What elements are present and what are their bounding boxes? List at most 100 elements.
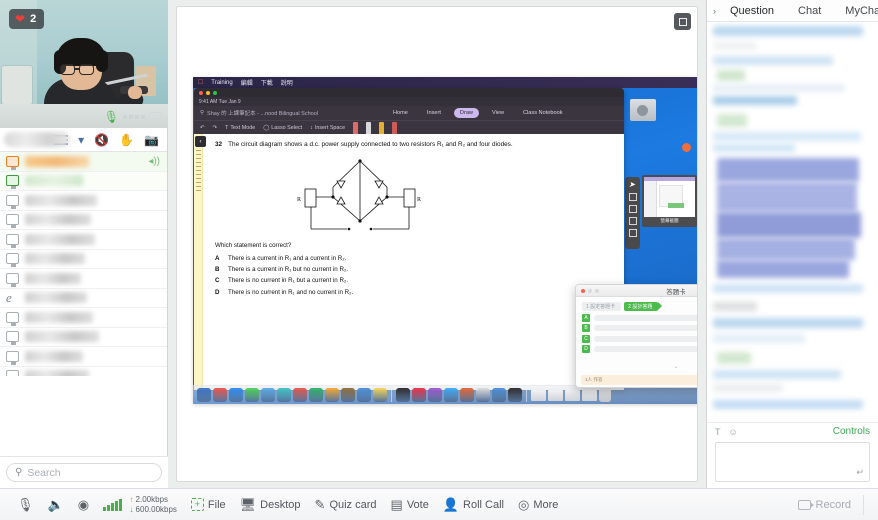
dock-app-icon[interactable] bbox=[229, 388, 243, 402]
zoom-icon[interactable] bbox=[213, 90, 217, 95]
participant-list[interactable]: ◂)) e bbox=[0, 152, 167, 376]
participant-row[interactable] bbox=[0, 269, 167, 289]
desktop-button[interactable]: 🖥 Desktop bbox=[233, 498, 308, 511]
minimize-icon[interactable] bbox=[206, 90, 210, 95]
dock-minimized-window[interactable] bbox=[548, 389, 563, 401]
participant-row[interactable] bbox=[0, 367, 167, 376]
quiz-answered-note: 1人 作答 bbox=[581, 375, 697, 385]
file-button[interactable]: + File bbox=[184, 498, 233, 511]
expand-video-icon[interactable] bbox=[149, 111, 162, 123]
screenshot-thumbnail-window[interactable]: 螢幕截圖 bbox=[642, 175, 697, 227]
dock-app-icon[interactable] bbox=[341, 388, 355, 402]
text-format-icon[interactable]: T bbox=[715, 427, 721, 437]
dock-minimized-window[interactable] bbox=[582, 389, 597, 401]
quiz-card-button[interactable]: ✎ Quiz card bbox=[308, 498, 384, 511]
raise-hand-icon[interactable]: ✋ bbox=[119, 134, 134, 146]
dock-app-icon[interactable] bbox=[309, 388, 323, 402]
participant-row[interactable] bbox=[0, 308, 167, 328]
participant-row[interactable] bbox=[0, 230, 167, 250]
lasso-select-button[interactable]: ◯ Lasso Select bbox=[263, 125, 302, 131]
ribbon-tab-view[interactable]: View bbox=[486, 108, 510, 118]
chevron-down-icon[interactable]: ▾ bbox=[78, 134, 84, 146]
ribbon-tab-class-notebook[interactable]: Class Notebook bbox=[517, 108, 569, 118]
dock-app-icon[interactable] bbox=[396, 388, 410, 402]
pen-icon[interactable] bbox=[628, 193, 637, 201]
participant-row[interactable]: e bbox=[0, 289, 167, 308]
dock-app-icon[interactable] bbox=[357, 388, 371, 402]
dock-app-icon[interactable] bbox=[373, 388, 387, 402]
pen-white-icon[interactable] bbox=[366, 121, 372, 134]
insert-space-button[interactable]: ↕ Insert Space bbox=[310, 125, 345, 131]
emoji-icon[interactable]: ☺ bbox=[729, 427, 738, 437]
dock-minimized-window[interactable] bbox=[565, 389, 580, 401]
quiz-card-dialog[interactable]: 答題卡 1 設定答題卡 2 設計答題 公布 ∨ A0人 (0%)▾ B1人 (10… bbox=[575, 284, 697, 388]
annotation-tool-palette[interactable]: ➤ bbox=[625, 177, 640, 249]
ribbon-tab-draw[interactable]: Draw bbox=[453, 108, 479, 118]
dock-app-icon[interactable] bbox=[460, 388, 474, 402]
ribbon-tab-home[interactable]: Home bbox=[387, 108, 414, 118]
video-off-all-icon[interactable]: 📷 bbox=[144, 134, 159, 146]
teacher-video-tile[interactable]: ❤ 2 🎙 bbox=[0, 0, 168, 128]
cursor-icon[interactable]: ➤ bbox=[629, 181, 637, 189]
more-button[interactable]: ◎ More bbox=[511, 498, 565, 511]
dock-app-icon[interactable] bbox=[325, 388, 339, 402]
mute-all-icon[interactable]: 🔇 bbox=[94, 134, 109, 146]
fullscreen-icon[interactable] bbox=[674, 13, 691, 30]
camera-button[interactable]: ◉ bbox=[71, 498, 96, 511]
enter-key-icon[interactable]: ↵ bbox=[856, 467, 864, 478]
participant-row[interactable] bbox=[0, 171, 167, 191]
speaker-button[interactable]: 🔈 bbox=[41, 498, 71, 511]
participant-row[interactable] bbox=[0, 250, 167, 269]
dock-app-icon[interactable] bbox=[293, 388, 307, 402]
dock-app-icon[interactable] bbox=[245, 388, 259, 402]
back-chevron-icon[interactable]: ‹ bbox=[195, 136, 206, 147]
tab-question[interactable]: Question bbox=[718, 5, 786, 17]
redo-icon[interactable]: ↷ bbox=[213, 125, 218, 131]
record-button[interactable]: Record bbox=[797, 499, 859, 511]
roll-call-button[interactable]: 👤 Roll Call bbox=[436, 498, 511, 511]
undo-icon[interactable]: ↶ bbox=[200, 125, 205, 131]
pen-pink-icon[interactable] bbox=[392, 121, 398, 134]
line-icon[interactable] bbox=[628, 217, 637, 225]
participant-row[interactable] bbox=[0, 211, 167, 230]
trash-icon[interactable] bbox=[599, 388, 611, 402]
onenote-search[interactable]: ⚲ Shay 的 上課筆記本 - ...nood Bilingual Schoo… bbox=[200, 109, 380, 117]
dock-app-icon[interactable] bbox=[412, 388, 426, 402]
rectangle-icon[interactable] bbox=[628, 205, 637, 213]
dock-minimized-window[interactable] bbox=[531, 389, 546, 401]
microphone-button[interactable]: 🎙 bbox=[10, 498, 41, 511]
vote-button[interactable]: ▤ Vote bbox=[384, 498, 436, 511]
ribbon-tab-insert[interactable]: Insert bbox=[421, 108, 447, 118]
participant-row[interactable] bbox=[0, 328, 167, 347]
participant-row[interactable]: ◂)) bbox=[0, 152, 167, 172]
text-mode-button[interactable]: T Text Mode bbox=[225, 125, 255, 131]
tab-mychat[interactable]: MyChat bbox=[833, 5, 878, 17]
dock-app-icon[interactable] bbox=[277, 388, 291, 402]
quiz-step-2[interactable]: 2 設計答題 bbox=[624, 302, 663, 311]
heart-badge[interactable]: ❤ 2 bbox=[9, 9, 45, 29]
tab-chat[interactable]: Chat bbox=[786, 5, 833, 17]
dock-app-icon[interactable] bbox=[492, 388, 506, 402]
question-message-list[interactable] bbox=[707, 22, 878, 422]
pen-yellow-icon[interactable] bbox=[379, 121, 385, 134]
collapse-panel-icon[interactable]: › bbox=[711, 6, 718, 16]
dock-app-icon[interactable] bbox=[197, 388, 211, 402]
quiz-step-1[interactable]: 1 設定答題卡 bbox=[582, 302, 622, 311]
chat-input[interactable]: ↵ bbox=[715, 442, 870, 482]
dock-app-icon[interactable] bbox=[444, 388, 458, 402]
controls-link[interactable]: Controls bbox=[833, 426, 870, 437]
pen-red-icon[interactable] bbox=[353, 121, 359, 134]
dock-app-icon[interactable] bbox=[508, 388, 522, 402]
dock-app-icon[interactable] bbox=[428, 388, 442, 402]
search-input[interactable]: ⚲ Search bbox=[6, 463, 162, 482]
onenote-window[interactable]: 9:41 AM Tue Jan 9 ⚲ Shay 的 上課筆記本 - ...no… bbox=[194, 88, 624, 390]
image-icon[interactable] bbox=[628, 229, 637, 237]
dock-app-icon[interactable] bbox=[476, 388, 490, 402]
dock-app-icon[interactable] bbox=[213, 388, 227, 402]
dock-app-icon[interactable] bbox=[261, 388, 275, 402]
close-icon[interactable] bbox=[199, 90, 203, 95]
participant-row[interactable] bbox=[0, 347, 167, 367]
participant-row[interactable] bbox=[0, 191, 167, 211]
microphone-on-icon[interactable]: 🎙 bbox=[104, 111, 119, 123]
stage-canvas[interactable]:  Training 編輯 下載 說明 ▾ ⚲ ■ ➤ bbox=[176, 6, 698, 482]
